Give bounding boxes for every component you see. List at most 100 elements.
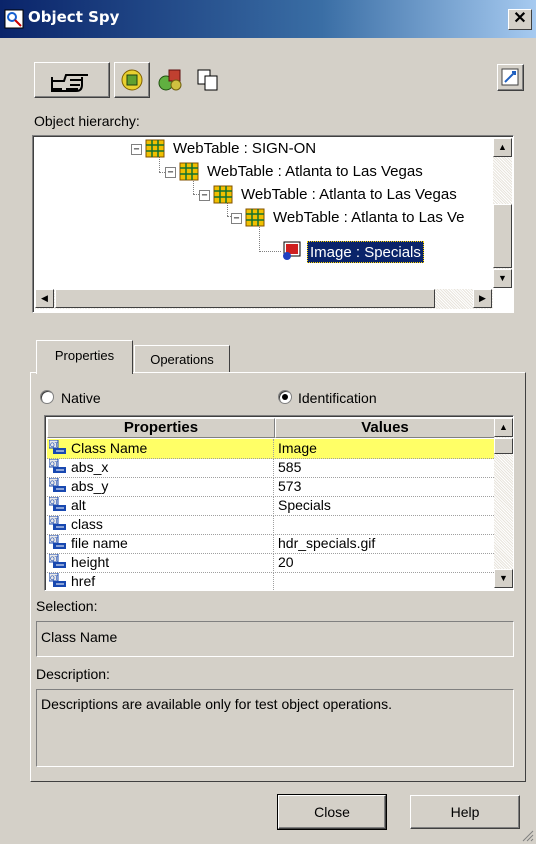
property-value-cell[interactable]: hdr_specials.gif — [277, 534, 492, 554]
table-row[interactable]: QT file name hdr_specials.gif — [47, 534, 494, 554]
description-field: Descriptions are available only for test… — [36, 689, 514, 767]
property-icon: QT — [49, 535, 66, 549]
scroll-thumb[interactable] — [493, 204, 512, 268]
selection-field: Class Name — [36, 621, 514, 657]
property-name: href — [71, 573, 96, 589]
close-button-label: Close — [314, 804, 350, 820]
scroll-down-icon[interactable]: ▼ — [493, 269, 512, 288]
identification-radio[interactable] — [278, 390, 292, 404]
object-spy-icon — [4, 9, 24, 29]
property-name-cell[interactable]: QT height — [49, 553, 274, 573]
property-value-cell[interactable]: 573 — [277, 477, 492, 497]
scroll-up-icon[interactable]: ▲ — [494, 418, 513, 437]
native-radio[interactable] — [40, 390, 54, 404]
tree-node-webtable[interactable]: WebTable : Atlanta to Las Vegas — [241, 184, 457, 206]
property-name-cell[interactable]: QT file name — [49, 534, 274, 554]
properties-grid[interactable]: Properties Values QT Class Name Image QT abs… — [44, 415, 514, 591]
values-column-header[interactable]: Values — [275, 418, 495, 438]
pointing-hand-button[interactable] — [34, 62, 110, 98]
property-name: height — [71, 554, 110, 570]
selection-value: Class Name — [41, 629, 118, 645]
help-button[interactable]: Help — [410, 795, 520, 829]
scroll-left-icon[interactable]: ◀ — [35, 289, 54, 308]
help-button-label: Help — [450, 804, 480, 820]
property-value-cell[interactable]: Image — [277, 439, 492, 459]
property-value-cell[interactable]: 585 — [277, 458, 492, 478]
close-button[interactable]: Close — [278, 795, 386, 829]
table-row[interactable]: QT alt Specials — [47, 496, 494, 516]
table-row[interactable]: QT abs_x 585 — [47, 458, 494, 478]
tree-node-webtable[interactable]: WebTable : Atlanta to Las Vegas — [207, 161, 423, 183]
tree-expander[interactable]: − — [165, 167, 176, 178]
tab-operations-label: Operations — [150, 352, 214, 367]
property-name-cell[interactable]: QT alt — [49, 496, 274, 516]
properties-column-header[interactable]: Properties — [47, 418, 275, 438]
property-name: abs_y — [71, 478, 109, 494]
property-name: alt — [71, 497, 86, 513]
property-value-cell[interactable] — [277, 572, 492, 590]
tree-horizontal-scrollbar[interactable]: ◀ ▶ — [35, 289, 493, 309]
scroll-thumb[interactable] — [55, 289, 435, 308]
object-hierarchy-label: Object hierarchy: — [34, 113, 140, 129]
property-icon: QT — [49, 573, 66, 587]
objects-icon — [158, 69, 182, 91]
property-icon: QT — [49, 440, 66, 454]
tree-expander[interactable]: − — [131, 144, 142, 155]
property-name: class — [71, 516, 103, 532]
property-name-cell[interactable]: QT class — [49, 515, 274, 535]
scroll-up-icon[interactable]: ▲ — [493, 138, 512, 157]
tree-node-signon[interactable]: WebTable : SIGN-ON — [173, 138, 316, 160]
property-value-cell[interactable]: Specials — [277, 496, 492, 516]
tab-properties[interactable]: Properties — [36, 340, 133, 374]
native-radio-label[interactable]: Native — [61, 390, 101, 406]
svg-text:QT: QT — [50, 556, 59, 563]
svg-text:QT: QT — [50, 499, 59, 506]
tab-operations[interactable]: Operations — [134, 345, 230, 372]
object-hierarchy-tree[interactable]: − WebTable : SIGN-ON − WebTable : Atlant… — [32, 135, 514, 313]
resize-grip-icon[interactable] — [520, 828, 534, 842]
tree-expander[interactable]: − — [231, 213, 242, 224]
identification-radio-label[interactable]: Identification — [298, 390, 377, 406]
property-name-cell[interactable]: QT href — [49, 572, 274, 590]
close-window-button[interactable]: ✕ — [508, 9, 532, 30]
webtable-icon — [179, 162, 199, 181]
webtable-icon — [145, 139, 165, 158]
tree-node-webtable[interactable]: WebTable : Atlanta to Las Ve — [273, 207, 465, 229]
copy-button[interactable] — [190, 62, 226, 98]
table-row[interactable]: QT abs_y 573 — [47, 477, 494, 497]
property-value-cell[interactable]: 20 — [277, 553, 492, 573]
scroll-down-icon[interactable]: ▼ — [494, 569, 513, 588]
table-row[interactable]: QT href — [47, 572, 494, 590]
tree-expander[interactable]: − — [199, 190, 210, 201]
svg-text:QT: QT — [50, 480, 59, 487]
property-icon: QT — [49, 554, 66, 568]
object-button[interactable] — [114, 62, 150, 98]
object-icon — [121, 69, 143, 91]
image-icon — [283, 241, 301, 260]
property-icon: QT — [49, 516, 66, 530]
property-value-cell[interactable] — [277, 515, 492, 535]
table-row[interactable]: QT Class Name Image — [47, 439, 494, 459]
tree-vertical-scrollbar[interactable]: ▲ ▼ — [493, 138, 512, 288]
highlight-button[interactable] — [497, 64, 524, 91]
webtable-icon — [245, 208, 265, 227]
window-title: Object Spy — [28, 8, 120, 26]
radio-dot — [282, 394, 288, 400]
webtable-icon — [213, 185, 233, 204]
svg-text:QT: QT — [50, 442, 59, 449]
description-label: Description: — [36, 666, 110, 682]
property-name-cell[interactable]: QT abs_x — [49, 458, 274, 478]
svg-text:QT: QT — [50, 537, 59, 544]
property-name: abs_x — [71, 459, 109, 475]
table-row[interactable]: QT height 20 — [47, 553, 494, 573]
tree-node-image-specials[interactable]: Image : Specials — [307, 241, 424, 263]
description-value: Descriptions are available only for test… — [41, 696, 392, 712]
property-name-cell[interactable]: QT Class Name — [49, 439, 274, 459]
scroll-thumb[interactable] — [494, 438, 513, 454]
table-row[interactable]: QT class — [47, 515, 494, 535]
objects-button[interactable] — [152, 62, 188, 98]
grid-vertical-scrollbar[interactable]: ▲ ▼ — [494, 418, 513, 588]
property-icon: QT — [49, 459, 66, 473]
scroll-right-icon[interactable]: ▶ — [473, 289, 492, 308]
property-name-cell[interactable]: QT abs_y — [49, 477, 274, 497]
